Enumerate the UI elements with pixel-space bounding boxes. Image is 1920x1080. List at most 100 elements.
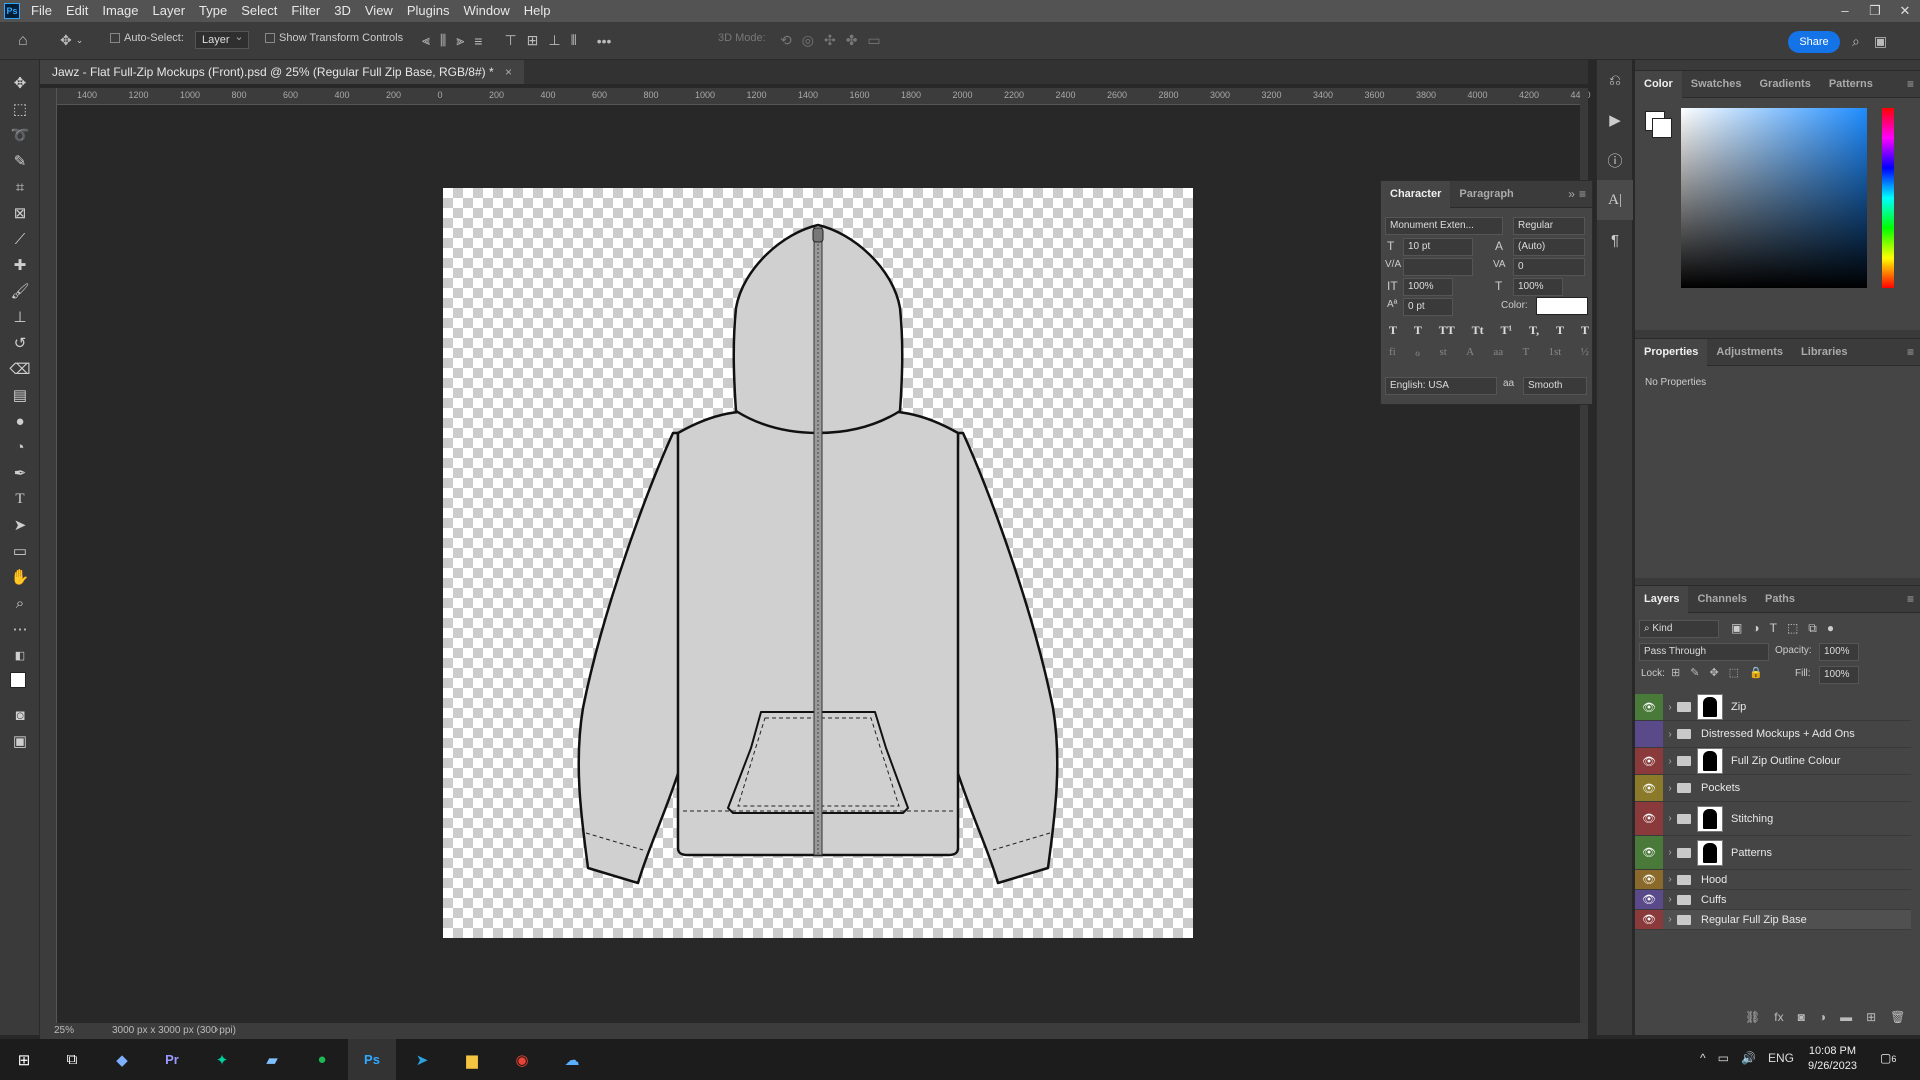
chrome-icon[interactable]: ◉	[498, 1039, 546, 1080]
font-family-select[interactable]: Monument Exten...	[1385, 217, 1503, 235]
status-arrow-icon[interactable]: ›	[215, 1024, 218, 1035]
path-select-tool-icon[interactable]: ➤	[0, 512, 40, 538]
quick-mask-icon[interactable]: ◙	[0, 702, 40, 728]
menu-file[interactable]: File	[24, 0, 59, 22]
crop-tool-icon[interactable]: ⌗	[0, 174, 40, 200]
align-middle-icon[interactable]: ⊞	[527, 32, 539, 49]
expand-chevron-icon[interactable]: ›	[1663, 914, 1677, 925]
menu-select[interactable]: Select	[234, 0, 284, 22]
tab-patterns[interactable]: Patterns	[1820, 71, 1882, 98]
menu-type[interactable]: Type	[192, 0, 234, 22]
slide-icon[interactable]: ✤	[846, 32, 858, 49]
pen-tool-icon[interactable]: ✒	[0, 460, 40, 486]
clock[interactable]: 10:08 PM 9/26/2023	[1808, 1044, 1857, 1074]
lock-artboard-icon[interactable]: ⬚	[1729, 666, 1739, 679]
text-style-button[interactable]: T	[1556, 323, 1564, 338]
opentype-button[interactable]: A	[1466, 346, 1474, 359]
fill-field[interactable]: 100%	[1819, 666, 1859, 684]
close-icon[interactable]: ✕	[1890, 0, 1920, 22]
cloud-app-icon[interactable]: ☁	[548, 1039, 596, 1080]
zoom-level[interactable]: 25%	[54, 1025, 74, 1036]
text-style-button[interactable]: T,	[1529, 323, 1539, 338]
lock-transparency-icon[interactable]: ⊞	[1671, 666, 1680, 679]
new-layer-icon[interactable]: ⊞	[1866, 1010, 1876, 1024]
visibility-eye-icon[interactable]: 👁	[1635, 775, 1663, 801]
layer-filter-select[interactable]: ⌕ Kind	[1639, 620, 1719, 638]
align-right-icon[interactable]: ⫸	[456, 32, 464, 49]
visibility-eye-icon[interactable]: 👁	[1635, 802, 1663, 835]
antialias-select[interactable]: Smooth	[1523, 377, 1587, 395]
share-button[interactable]: Share	[1788, 31, 1840, 53]
character-panel-icon[interactable]: A|	[1597, 180, 1633, 220]
menu-filter[interactable]: Filter	[284, 0, 327, 22]
layer-row[interactable]: 👁 › Regular Full Zip Base	[1635, 910, 1911, 930]
roll-icon[interactable]: ◎	[802, 32, 814, 49]
expand-chevron-icon[interactable]: ›	[1663, 729, 1677, 740]
align-top-icon[interactable]: ⊤	[504, 32, 516, 49]
language-select[interactable]: English: USA	[1385, 377, 1497, 395]
properties-menu-icon[interactable]: ≡	[1907, 345, 1920, 359]
visibility-eye-icon[interactable]: 👁	[1635, 910, 1663, 929]
add-mask-icon[interactable]: ◙	[1798, 1010, 1805, 1024]
tracking-field[interactable]: 0	[1513, 258, 1585, 276]
fx-icon[interactable]: fx	[1774, 1010, 1783, 1024]
opentype-button[interactable]: ½	[1581, 346, 1589, 359]
workspace-icon[interactable]: ▣	[1874, 33, 1887, 50]
lock-position-icon[interactable]: ✥	[1709, 666, 1718, 679]
link-layers-icon[interactable]: ⛓	[1745, 1010, 1760, 1024]
document-canvas[interactable]	[443, 188, 1193, 938]
document-tab[interactable]: Jawz - Flat Full-Zip Mockups (Front).psd…	[40, 60, 525, 84]
volume-icon[interactable]: 🔊	[1741, 1051, 1756, 1065]
healing-tool-icon[interactable]: ✚	[0, 252, 40, 278]
blend-mode-select[interactable]: Pass Through	[1639, 643, 1769, 661]
layer-row[interactable]: 👁 › Cuffs	[1635, 890, 1911, 910]
text-style-button[interactable]: T	[1389, 323, 1397, 338]
visibility-toggle[interactable]	[1635, 721, 1663, 747]
lasso-tool-icon[interactable]: ➰	[0, 122, 40, 148]
filter-type-icon[interactable]: T	[1770, 621, 1777, 636]
filter-smart-icon[interactable]: ⧉	[1808, 621, 1817, 636]
auto-select-checkbox[interactable]: Auto-Select:	[110, 32, 184, 44]
opentype-button[interactable]: ℴ	[1415, 346, 1420, 359]
tab-channels[interactable]: Channels	[1688, 586, 1756, 613]
opacity-field[interactable]: 100%	[1819, 643, 1859, 661]
default-colors-icon[interactable]: ◧	[0, 642, 40, 668]
gradient-tool-icon[interactable]: ▤	[0, 382, 40, 408]
new-group-icon[interactable]: ▬	[1840, 1010, 1852, 1024]
tab-adjustments[interactable]: Adjustments	[1707, 339, 1792, 366]
expand-chevron-icon[interactable]: ›	[1663, 756, 1677, 767]
leading-field[interactable]: (Auto)	[1513, 238, 1585, 256]
delete-layer-icon[interactable]: 🗑	[1890, 1010, 1905, 1024]
background-color-swatch[interactable]	[1652, 118, 1672, 138]
app-icon-generic[interactable]: ◆	[98, 1039, 146, 1080]
adjustment-layer-icon[interactable]: ◑	[1819, 1010, 1826, 1024]
shape-tool-icon[interactable]: ▭	[0, 538, 40, 564]
start-icon[interactable]: ⊞	[0, 1039, 48, 1080]
menu-edit[interactable]: Edit	[59, 0, 95, 22]
menu-3d[interactable]: 3D	[327, 0, 358, 22]
expand-chevron-icon[interactable]: ›	[1663, 847, 1677, 858]
text-style-button[interactable]: T	[1581, 323, 1589, 338]
eyedropper-tool-icon[interactable]: ⟋	[0, 226, 40, 252]
eraser-tool-icon[interactable]: ⌫	[0, 356, 40, 382]
show-transform-checkbox[interactable]: Show Transform Controls	[265, 32, 403, 44]
opentype-button[interactable]: 1st	[1549, 346, 1562, 359]
align-bottom-icon[interactable]: ⊥	[548, 32, 560, 49]
marquee-tool-icon[interactable]: ⬚	[0, 96, 40, 122]
tab-layers[interactable]: Layers	[1635, 585, 1689, 613]
dodge-tool-icon[interactable]: ◔	[0, 434, 40, 460]
hue-slider[interactable]	[1882, 108, 1894, 288]
visibility-eye-icon[interactable]: 👁	[1635, 748, 1663, 774]
horizontal-scale-field[interactable]: 100%	[1513, 278, 1563, 296]
frame-tool-icon[interactable]: ⊠	[0, 200, 40, 226]
font-size-field[interactable]: 10 pt	[1403, 238, 1473, 256]
filter-shape-icon[interactable]: ⬚	[1787, 621, 1798, 636]
telegram-icon[interactable]: ➤	[398, 1039, 446, 1080]
move-tool-icon[interactable]: ✥	[0, 70, 40, 96]
expand-chevron-icon[interactable]: ›	[1663, 894, 1677, 905]
move-tool-preset[interactable]: ✥ ⌄	[60, 32, 83, 49]
notification-icon[interactable]: ▢6	[1880, 1051, 1896, 1065]
color-picker-field[interactable]	[1681, 108, 1867, 288]
minimize-icon[interactable]: –	[1830, 0, 1860, 22]
text-style-button[interactable]: T	[1414, 323, 1422, 338]
